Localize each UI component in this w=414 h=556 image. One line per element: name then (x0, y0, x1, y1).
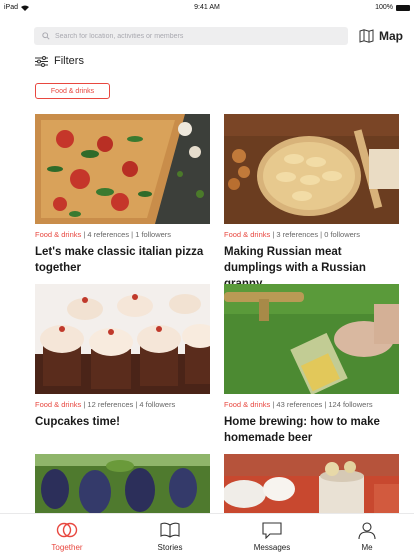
activity-card[interactable]: Food & drinks | 12 references | 4 follow… (35, 284, 210, 430)
search-icon (42, 32, 50, 40)
card-meta: Food & drinks | 3 references | 0 followe… (224, 230, 399, 239)
activity-card[interactable] (35, 454, 210, 513)
activity-card[interactable]: Food & drinks | 43 references | 124 foll… (224, 284, 399, 446)
card-image-dumplings (224, 114, 399, 224)
status-bar: iPad 9:41 AM 100% (0, 0, 414, 20)
battery-percent: 100% (375, 4, 393, 11)
map-label: Map (379, 29, 403, 43)
person-icon (358, 522, 376, 539)
sliders-icon (35, 55, 48, 67)
activity-card[interactable] (224, 454, 399, 513)
card-title: Cupcakes time! (35, 416, 121, 428)
card-category: Food & drinks (35, 230, 82, 239)
card-title: Home brewing: how to make homemade beer (224, 416, 380, 444)
filters-button[interactable]: Filters (35, 53, 84, 69)
card-category: Food & drinks (224, 400, 271, 409)
card-stats: | 43 references | 124 followers (270, 400, 373, 409)
book-icon (160, 522, 180, 538)
card-title: Let's make classic italian pizza togethe… (35, 246, 204, 274)
active-filter-chip[interactable]: Food & drinks (35, 83, 110, 99)
card-image-grapes (35, 454, 210, 513)
card-category: Food & drinks (224, 230, 271, 239)
tab-stories[interactable]: Stories (130, 522, 210, 552)
status-time: 9:41 AM (194, 4, 220, 11)
tab-messages[interactable]: Messages (232, 522, 312, 552)
map-button[interactable]: Map (359, 27, 403, 45)
rings-icon (56, 522, 78, 538)
card-image-pizza (35, 114, 210, 224)
activity-card[interactable]: Food & drinks | 4 references | 1 followe… (35, 114, 210, 276)
card-stats: | 4 references | 1 followers (81, 230, 172, 239)
card-category: Food & drinks (35, 400, 82, 409)
battery-icon (396, 4, 410, 11)
card-stats: | 12 references | 4 followers (81, 400, 176, 409)
search-bar[interactable] (34, 27, 348, 45)
map-icon (359, 29, 374, 43)
card-image-beer (224, 284, 399, 394)
tab-label: Stories (157, 543, 183, 552)
card-image-cupcakes (35, 284, 210, 394)
tab-label: Together (51, 543, 83, 552)
card-stats: | 3 references | 0 followers (270, 230, 361, 239)
filters-label: Filters (54, 55, 84, 67)
card-meta: Food & drinks | 4 references | 1 followe… (35, 230, 210, 239)
card-meta: Food & drinks | 12 references | 4 follow… (35, 400, 210, 409)
tab-together[interactable]: Together (27, 522, 107, 552)
search-input[interactable] (55, 32, 345, 40)
tab-bar: Together Stories Messages Me (0, 513, 414, 556)
card-image-picnic (224, 454, 399, 513)
card-meta: Food & drinks | 43 references | 124 foll… (224, 400, 399, 409)
activity-card[interactable]: Food & drinks | 3 references | 0 followe… (224, 114, 399, 292)
chat-icon (262, 522, 282, 539)
status-right: 100% (375, 4, 410, 11)
tab-label: Me (361, 543, 373, 552)
tab-me[interactable]: Me (327, 522, 407, 552)
tab-label: Messages (253, 543, 291, 552)
